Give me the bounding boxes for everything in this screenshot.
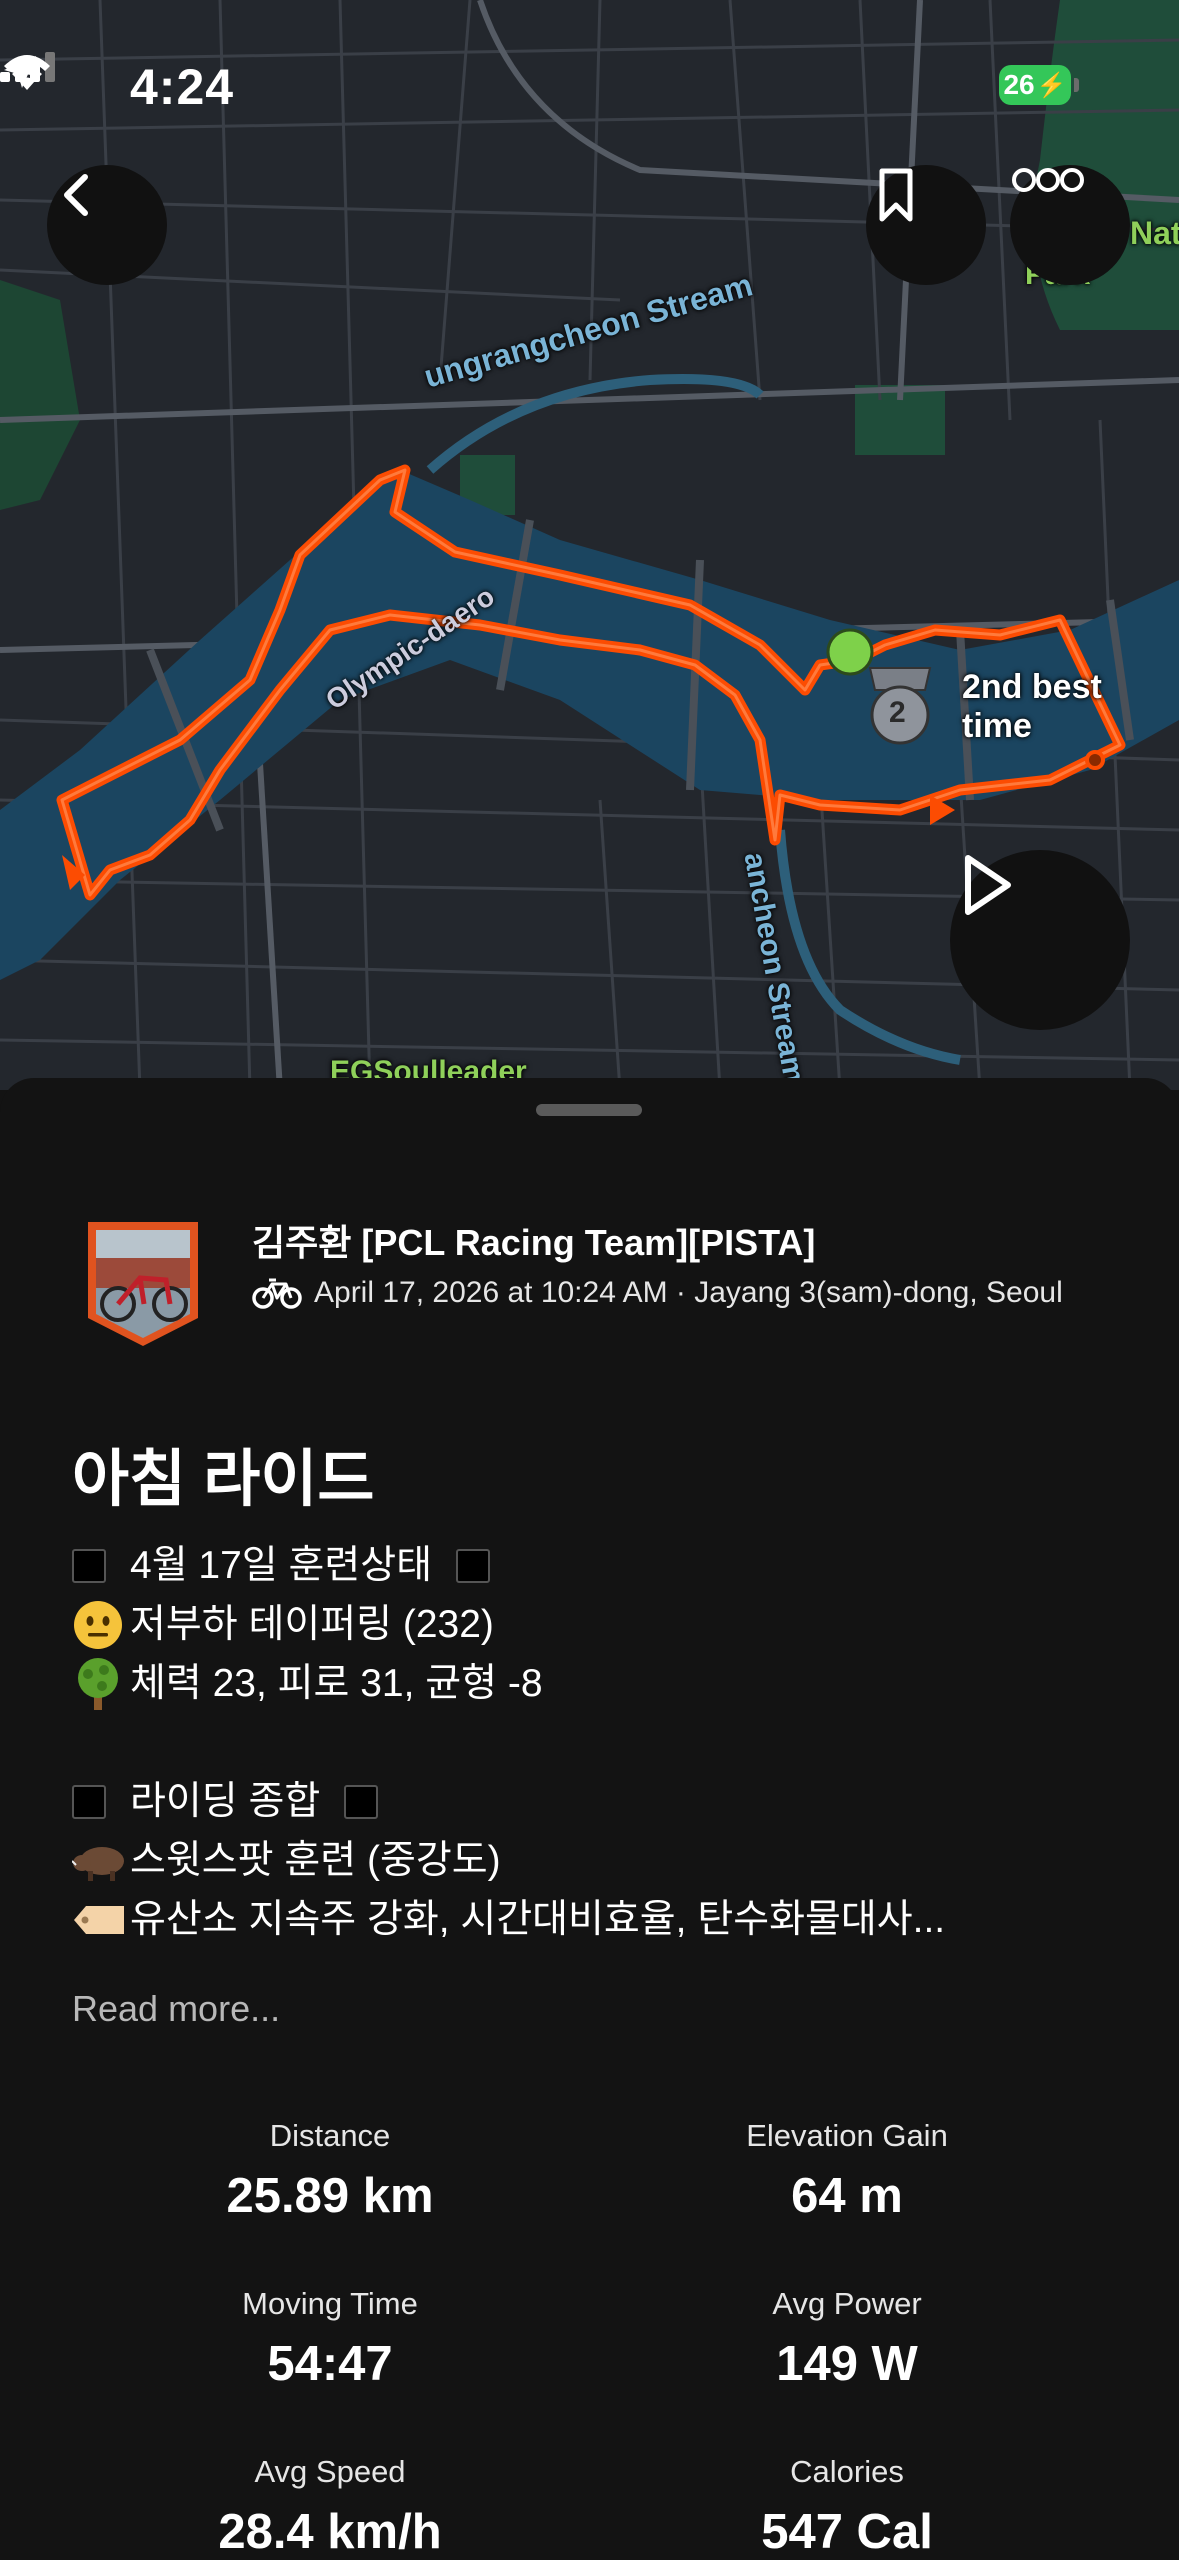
stat-value: 25.89 km — [226, 2169, 434, 2223]
stat-label: Moving Time — [242, 2286, 418, 2321]
segment-medal-rank: 2 — [889, 696, 906, 729]
description-text: 유산소 지속주 강화, 시간대비효율, 탄수화물대사... — [130, 1898, 946, 1941]
charging-bolt-icon: ⚡ — [1036, 71, 1067, 99]
black-square-icon — [344, 1784, 379, 1819]
status-bar: 4:24 26 ⚡ — [0, 52, 1179, 122]
play-icon — [965, 855, 1011, 915]
play-flyover-button[interactable] — [950, 850, 1130, 1030]
status-time: 4:24 — [130, 59, 235, 115]
wifi-icon — [4, 55, 50, 90]
bike-icon — [252, 1278, 302, 1309]
description-text: 저부하 테이퍼링 (232) — [130, 1603, 494, 1646]
description-text: 라이딩 종합 — [130, 1780, 321, 1823]
description-line: 스윗스팟 훈련 (중강도) — [72, 1831, 945, 1890]
description-line: 저부하 테이퍼링 (232) — [72, 1595, 945, 1654]
stat-moving-time: Moving Time 54:47 — [120, 2286, 540, 2392]
stat-label: Distance — [269, 2118, 391, 2153]
stat-label: Avg Speed — [254, 2454, 406, 2489]
bookmark-icon — [879, 168, 913, 222]
description-line — [72, 1713, 945, 1772]
stat-value: 64 m — [791, 2169, 903, 2223]
activity-sheet: 김주환 [PCL Racing Team][PISTA] April 17, 2… — [0, 1078, 1179, 2559]
description-text: 스윗스팟 훈련 (중강도) — [130, 1839, 501, 1882]
stat-label: Elevation Gain — [746, 2118, 948, 2153]
black-square-icon — [72, 1784, 106, 1819]
stat-avg-speed: Avg Speed 28.4 km/h — [120, 2454, 540, 2560]
stat-label: Calories — [790, 2454, 904, 2489]
battery-indicator: 26 ⚡ — [999, 65, 1071, 105]
description-text: 체력 23, 피로 31, 균형 -8 — [130, 1662, 543, 1705]
stat-avg-power: Avg Power 149 W — [637, 2286, 1057, 2392]
stat-distance: Distance 25.89 km — [120, 2118, 540, 2224]
battery-level: 26 — [1003, 69, 1035, 100]
black-square-icon — [72, 1548, 106, 1583]
stat-value: 547 Cal — [761, 2505, 933, 2559]
stat-value: 149 W — [776, 2337, 918, 2391]
activity-date-location: April 17, 2026 at 10:24 AM · Jayang 3(sa… — [314, 1276, 1063, 1309]
route-map[interactable]: 2 2nd best time ungrangcheon Stream Olym… — [0, 0, 1179, 1090]
stat-value: 54:47 — [267, 2337, 393, 2391]
activity-title: 아침 라이드 — [72, 1445, 375, 1514]
stat-elevation-gain: Elevation Gain 64 m — [637, 2118, 1057, 2224]
start-marker — [826, 628, 874, 676]
more-options-button[interactable] — [1010, 165, 1130, 285]
battery-tip — [1074, 78, 1079, 92]
activity-meta: April 17, 2026 at 10:24 AM · Jayang 3(sa… — [252, 1276, 1063, 1310]
black-square-icon — [456, 1548, 491, 1583]
more-dots-icon — [1012, 168, 1084, 192]
neutral-face-icon — [74, 1600, 122, 1649]
description-line: 4월 17일 훈련상태 — [72, 1536, 945, 1595]
athlete-avatar[interactable] — [84, 1218, 202, 1348]
chevron-left-icon — [64, 174, 88, 216]
label-tag-icon — [74, 1905, 124, 1934]
stat-calories: Calories 547 Cal — [637, 2454, 1057, 2560]
segment-label[interactable]: 2nd best time — [962, 668, 1179, 746]
map-label-park: Nat — [1130, 215, 1179, 251]
description-text: 4월 17일 훈련상태 — [130, 1544, 433, 1587]
back-button[interactable] — [47, 165, 167, 285]
description-line: 라이딩 종합 — [72, 1772, 945, 1831]
read-more-link[interactable]: Read more... — [72, 1988, 280, 2030]
description-line: 유산소 지속주 강화, 시간대비효율, 탄수화물대사... — [72, 1890, 945, 1949]
bookmark-button[interactable] — [866, 165, 986, 285]
end-marker — [1085, 750, 1105, 770]
tree-icon — [78, 1657, 118, 1710]
sheet-grabber[interactable] — [536, 1104, 642, 1116]
stat-label: Avg Power — [772, 2286, 922, 2321]
activity-description: 4월 17일 훈련상태 저부하 테이퍼링 (232) 체력 23, 피로 31,… — [72, 1536, 945, 1949]
stat-value: 28.4 km/h — [218, 2505, 442, 2559]
boar-icon — [72, 1846, 124, 1881]
description-line: 체력 23, 피로 31, 균형 -8 — [72, 1654, 945, 1713]
athlete-name[interactable]: 김주환 [PCL Racing Team][PISTA] — [252, 1214, 815, 1266]
